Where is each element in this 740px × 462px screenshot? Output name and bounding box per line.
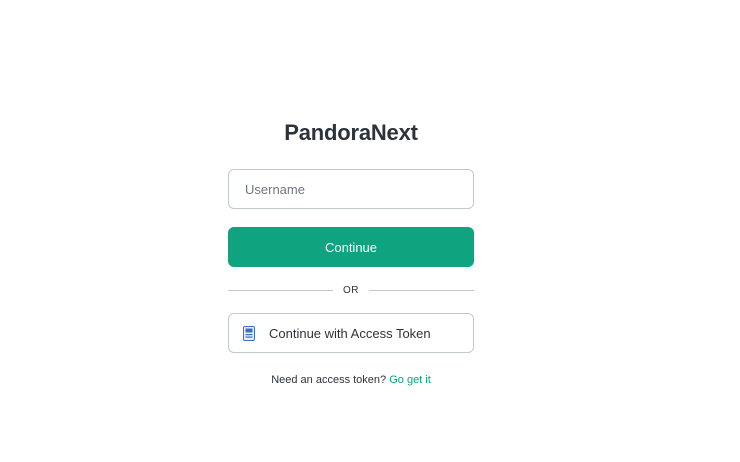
divider-label: OR (343, 284, 359, 296)
token-card-icon (243, 325, 255, 341)
or-divider: OR (228, 282, 474, 298)
footer-text: Need an access token? Go get it (228, 372, 474, 388)
username-input[interactable] (228, 169, 474, 209)
divider-line-right (369, 289, 474, 291)
go-get-it-link[interactable]: Go get it (389, 374, 431, 386)
continue-with-access-token-button[interactable]: Continue with Access Token (228, 313, 474, 353)
footer-prompt: Need an access token? (271, 374, 387, 386)
divider-line-left (228, 289, 333, 291)
page-title: PandoraNext (284, 120, 418, 145)
continue-button[interactable]: Continue (228, 227, 474, 267)
login-page: PandoraNext Continue OR Continue with Ac… (0, 0, 740, 462)
token-button-label: Continue with Access Token (269, 325, 431, 341)
